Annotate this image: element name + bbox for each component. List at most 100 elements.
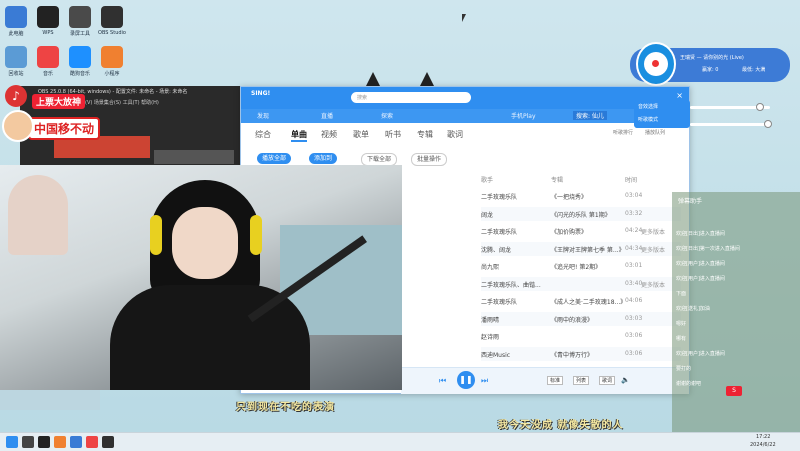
profile-card: 王瑞贤 — 请你别的光 (Live) 赢家: 0 最低: 大满 <box>630 42 790 86</box>
top-tab[interactable]: 发现 <box>257 111 269 120</box>
clock-date[interactable]: 2024/6/22 <box>750 442 776 448</box>
player-option[interactable]: 歌词 <box>599 376 616 385</box>
music-app-name: SING! <box>251 90 271 97</box>
next-icon[interactable]: ⏭ <box>481 376 488 386</box>
song-time: 03:04 <box>625 192 643 199</box>
desktop-icon[interactable]: 小程序 <box>92 46 132 77</box>
taskbar-app-1-icon[interactable] <box>22 436 34 448</box>
player-bar: ⏮ ❚❚ ⏭ 标准 列表 歌词 🔈 <box>401 367 689 394</box>
table-row[interactable]: 阔龙 《闪光的乐队 第1期》 03:32 <box>481 206 681 221</box>
popup-title: 音效选择 <box>638 104 659 110</box>
side-label-1[interactable]: 听歌排行 <box>613 129 633 136</box>
song-extra[interactable]: 更多版本 <box>641 245 665 254</box>
taskbar-app-2-icon[interactable] <box>38 436 50 448</box>
song-artist: 二手玫瑰乐队、曲锴... <box>481 281 541 289</box>
action-button[interactable]: 批量操作 <box>411 153 448 166</box>
content-tab[interactable]: 歌单 <box>353 129 369 140</box>
popup-item[interactable]: 听歌模式 <box>638 116 658 123</box>
song-album: 《追光吧! 第2期》 <box>551 264 602 271</box>
table-row[interactable]: 二手玫瑰乐队 《加价购票》 04:24 更多版本 <box>481 224 681 238</box>
taskbar-app-3-icon[interactable] <box>54 436 66 448</box>
table-row[interactable]: 潘雨晴 《雨中的浪漫》 03:03 <box>481 311 681 326</box>
table-row[interactable]: 沈腾、阔龙 《王牌对王牌第七季 第...》 04:34 更多版本 <box>481 241 681 256</box>
song-time: 03:40 <box>625 279 643 287</box>
miniapp-icon <box>101 46 123 68</box>
slider-knob-1[interactable] <box>756 103 764 111</box>
top-tab[interactable]: 手机Play <box>511 111 536 120</box>
table-row[interactable]: 二手玫瑰乐队 《一把烧秀》 03:04 <box>481 189 681 203</box>
content-tab[interactable]: 视频 <box>321 129 337 140</box>
search-result-tab[interactable]: 搜索: 仙儿 <box>573 111 607 120</box>
taskbar-app-4-icon[interactable] <box>70 436 82 448</box>
chat-message: 要打的 <box>676 366 692 372</box>
song-extra[interactable]: 更多版本 <box>641 227 665 236</box>
song-time: 04:06 <box>625 297 643 304</box>
music-search-input[interactable]: 搜索 <box>351 92 471 103</box>
clock-time[interactable]: 17:22 <box>756 434 770 440</box>
chat-header: 弹幕助手 <box>678 198 703 205</box>
song-time: 03:03 <box>625 314 643 322</box>
subtitle-line-1: 只到现在不吃的表演 <box>236 402 335 413</box>
player-option[interactable]: 标准 <box>547 376 564 385</box>
avatar <box>2 110 34 142</box>
slider-track-2[interactable] <box>690 123 770 126</box>
kugou-icon <box>69 46 91 68</box>
computer-icon <box>5 6 27 28</box>
close-icon[interactable]: × <box>676 91 683 100</box>
volume-icon[interactable]: 🔈 <box>621 376 630 384</box>
song-album: 《成人之美·二手玫瑰18...》 <box>551 299 627 306</box>
content-tab[interactable]: 专辑 <box>417 129 433 140</box>
prev-icon[interactable]: ⏮ <box>439 376 446 386</box>
chat-message: 哪有 <box>676 336 687 342</box>
start-icon[interactable] <box>6 436 18 448</box>
play-pause-button[interactable]: ❚❚ <box>457 371 475 389</box>
top-tab[interactable]: 直播 <box>321 111 333 120</box>
table-row[interactable]: 二手玫瑰乐队、曲锴... 03:40 更多版本 <box>481 276 681 291</box>
chat-message: 欢迎[送礼]加油 <box>676 306 710 312</box>
chat-panel: 弹幕助手 欢迎[日出]进入直播间欢迎[日出]第一次进入直播间 欢迎[用户]进入直播… <box>672 192 800 432</box>
chat-message: 欢迎[日出]第一次进入直播间 <box>676 246 740 252</box>
wps-icon <box>37 6 59 28</box>
song-artist: 尚九熙 <box>481 264 500 271</box>
song-album: 《雨中的浪漫》 <box>551 316 594 324</box>
top-tab[interactable]: 探索 <box>381 111 393 120</box>
content-tab[interactable]: 歌词 <box>447 129 463 140</box>
content-tab[interactable]: 综合 <box>255 129 271 140</box>
profile-stat2: 最低: 大满 <box>742 67 766 73</box>
table-row[interactable]: 西迪Music 《青中博万行》 03:06 <box>481 346 681 361</box>
table-row[interactable]: 二手玫瑰乐队 《成人之美·二手玫瑰18...》 04:06 <box>481 294 681 308</box>
side-label-2[interactable]: 播放队列 <box>645 129 665 136</box>
taskbar-app-6-icon[interactable] <box>102 436 114 448</box>
obs-icon <box>101 6 123 28</box>
slider-knob-2[interactable] <box>764 120 772 128</box>
song-artist: 阔龙 <box>481 211 494 219</box>
doraemon-avatar-icon <box>636 42 676 86</box>
song-album: 《闪光的乐队 第1期》 <box>551 211 611 219</box>
cat-ear-right-icon <box>420 72 434 86</box>
song-artist: 二手玫瑰乐队 <box>481 194 518 201</box>
subtitle-line-2: 我今天没成 就像失散的人 <box>498 420 624 431</box>
search-placeholder: 搜索 <box>357 95 368 101</box>
song-time: 04:24 <box>625 227 643 234</box>
song-artist: 沈腾、阔龙 <box>481 246 512 254</box>
table-row[interactable]: 尚九熙 《追光吧! 第2期》 03:01 <box>481 259 681 273</box>
chat-message: 欢迎[用户]进入直播间 <box>676 261 725 267</box>
music-icon <box>37 46 59 68</box>
table-row[interactable]: 赵诗雨 03:06 <box>481 329 681 343</box>
song-artist: 赵诗雨 <box>481 334 500 341</box>
content-tab[interactable]: 听书 <box>385 129 401 140</box>
player-option[interactable]: 列表 <box>573 376 590 385</box>
webcam-bottom-strip <box>0 390 100 410</box>
taskbar-app-5-icon[interactable] <box>86 436 98 448</box>
desktop-icon[interactable]: OBS Studio <box>92 6 132 36</box>
action-button[interactable]: 播放全部 <box>257 153 292 164</box>
chat-message: 欢迎[日出]进入直播间 <box>676 231 725 237</box>
headphone-left <box>150 215 162 255</box>
song-album: 《青中博万行》 <box>551 351 594 359</box>
song-extra[interactable]: 更多版本 <box>641 280 665 289</box>
music-top-tabs: 发现 直播 探索 手机Play <box>241 109 689 123</box>
content-tab[interactable]: 单曲 <box>291 129 307 142</box>
effects-popup[interactable]: 音效选择 听歌模式 <box>634 100 690 128</box>
column-header: 歌手 <box>481 177 494 184</box>
action-button[interactable]: 添加到 <box>309 153 338 164</box>
